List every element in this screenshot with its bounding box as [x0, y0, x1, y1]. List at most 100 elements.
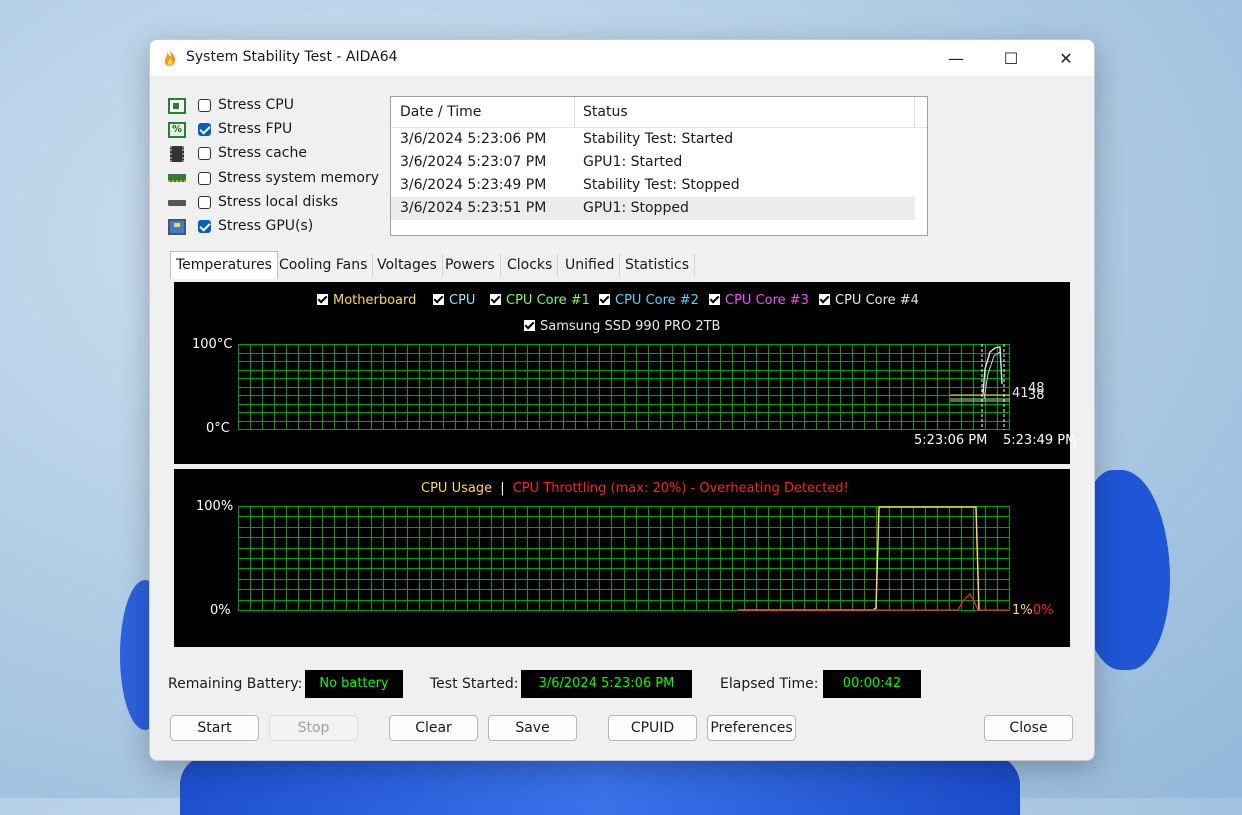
stress-fpu-checkbox[interactable] [198, 123, 211, 136]
tab-voltages[interactable]: Voltages [372, 254, 443, 277]
log-status: GPU1: Started [583, 154, 683, 170]
legend-cpu-core-4[interactable]: CPU Core #4 [819, 293, 919, 308]
tab-powers[interactable]: Powers [440, 254, 501, 277]
stress-fpu-option[interactable]: % Stress FPU [168, 120, 388, 142]
log-time: 3/6/2024 5:23:49 PM [400, 177, 547, 193]
clear-button[interactable]: Clear [389, 715, 478, 741]
stress-cpu-checkbox[interactable] [198, 99, 211, 112]
cpu-usage-title: CPU Usage [421, 481, 493, 496]
legend-cpu-core-3[interactable]: CPU Core #3 [709, 293, 809, 308]
temp-axis-max-label: 100°C [192, 337, 233, 352]
legend-cpu-core-1[interactable]: CPU Core #1 [490, 293, 590, 308]
temp-axis-min-label: 0°C [206, 421, 230, 436]
cpu-usage-current: 1% [1012, 603, 1033, 618]
legend-samsung-ssd[interactable]: Samsung SSD 990 PRO 2TB [524, 319, 720, 334]
stability-test-window: System Stability Test - AIDA64 — ☐ ✕ Str… [149, 39, 1095, 761]
legend-checkbox[interactable] [490, 294, 501, 305]
log-status: Stability Test: Stopped [583, 177, 740, 193]
temperature-chart: Motherboard CPU CPU Core #1 CPU Core #2 … [174, 282, 1076, 464]
log-time: 3/6/2024 5:23:06 PM [400, 131, 547, 147]
legend-label: CPU Core #1 [506, 293, 590, 308]
cpu-icon [168, 98, 186, 114]
legend-checkbox[interactable] [317, 294, 328, 305]
cpu-throttle-current: 0% [1033, 603, 1054, 618]
tab-temperatures[interactable]: Temperatures [170, 251, 278, 279]
test-started-label: Test Started: [430, 676, 519, 692]
battery-label: Remaining Battery: [168, 676, 303, 692]
window-title: System Stability Test - AIDA64 [186, 49, 398, 65]
stress-cpu-option[interactable]: Stress CPU [168, 96, 388, 118]
event-log-list[interactable]: Date / Time Status 3/6/2024 5:23:06 PM S… [390, 96, 928, 236]
title-bar[interactable]: System Stability Test - AIDA64 — ☐ ✕ [150, 40, 1094, 76]
elapsed-time-label: Elapsed Time: [720, 676, 819, 692]
stop-button[interactable]: Stop [269, 715, 358, 741]
temperature-graph [238, 344, 1010, 430]
preferences-button[interactable]: Preferences [707, 715, 796, 741]
cpuid-button[interactable]: CPUID [608, 715, 697, 741]
title-separator: | [500, 481, 505, 496]
legend-label: CPU Core #4 [835, 293, 919, 308]
disk-icon [168, 200, 186, 206]
minimize-button[interactable]: — [928, 40, 984, 76]
stress-disks-checkbox[interactable] [198, 196, 211, 209]
tab-clocks[interactable]: Clocks [502, 254, 559, 277]
memory-icon [168, 174, 186, 182]
legend-label: Motherboard [333, 293, 417, 308]
legend-label: CPU [449, 293, 476, 308]
tab-statistics[interactable]: Statistics [620, 254, 695, 277]
aida64-flame-icon [164, 50, 176, 66]
legend-cpu-core-2[interactable]: CPU Core #2 [599, 293, 699, 308]
temp-time-end-label: 5:23:49 PM [1003, 433, 1077, 448]
legend-motherboard[interactable]: Motherboard [317, 293, 416, 308]
log-time: 3/6/2024 5:23:07 PM [400, 154, 547, 170]
legend-checkbox[interactable] [599, 294, 610, 305]
temp-line-core [983, 351, 1003, 400]
log-row[interactable]: 3/6/2024 5:23:49 PM Stability Test: Stop… [391, 174, 915, 197]
fpu-icon: % [168, 122, 186, 138]
legend-checkbox[interactable] [819, 294, 830, 305]
stress-cpu-label: Stress CPU [218, 97, 294, 113]
temp-value-1: 41 [1012, 386, 1029, 401]
legend-checkbox[interactable] [433, 294, 444, 305]
log-header: Date / Time Status [391, 97, 927, 128]
close-button[interactable]: Close [984, 715, 1073, 741]
log-row-selected[interactable]: 3/6/2024 5:23:51 PM GPU1: Stopped [391, 197, 915, 220]
close-window-button[interactable]: ✕ [1038, 40, 1094, 76]
cache-icon [170, 146, 184, 162]
tab-cooling-fans[interactable]: Cooling Fans [274, 254, 374, 277]
cpu-axis-min-label: 0% [210, 603, 231, 618]
wallpaper-bloom [180, 755, 1020, 815]
legend-checkbox[interactable] [524, 320, 535, 331]
temp-value-3: 48 [1028, 381, 1045, 396]
stress-disks-option[interactable]: Stress local disks [168, 193, 388, 215]
tab-unified[interactable]: Unified [560, 254, 621, 277]
gpu-icon [168, 219, 186, 235]
stress-fpu-label: Stress FPU [218, 121, 293, 137]
maximize-button[interactable]: ☐ [983, 40, 1039, 76]
stress-gpu-checkbox[interactable] [198, 220, 211, 233]
log-time: 3/6/2024 5:23:51 PM [400, 200, 547, 216]
stress-cache-option[interactable]: Stress cache [168, 144, 388, 166]
stress-memory-option[interactable]: Stress system memory [168, 169, 388, 191]
save-button[interactable]: Save [488, 715, 577, 741]
battery-value: No battery [305, 670, 403, 698]
log-status: GPU1: Stopped [583, 200, 689, 216]
stress-memory-checkbox[interactable] [198, 172, 211, 185]
stress-gpu-option[interactable]: Stress GPU(s) [168, 217, 388, 239]
stress-cache-label: Stress cache [218, 145, 307, 161]
start-button[interactable]: Start [170, 715, 259, 741]
legend-cpu[interactable]: CPU [433, 293, 475, 308]
column-header-datetime[interactable]: Date / Time [400, 104, 481, 120]
log-row[interactable]: 3/6/2024 5:23:07 PM GPU1: Started [391, 151, 915, 174]
legend-checkbox[interactable] [709, 294, 720, 305]
cpu-usage-graph [238, 506, 1010, 611]
cpu-throttling-title: CPU Throttling (max: 20%) - Overheating … [512, 481, 849, 496]
cpu-throttle-line [738, 592, 1010, 611]
test-started-value: 3/6/2024 5:23:06 PM [521, 670, 692, 698]
stress-cache-checkbox[interactable] [198, 147, 211, 160]
temp-time-start-label: 5:23:06 PM [914, 433, 988, 448]
elapsed-time-value: 00:00:42 [823, 670, 921, 698]
log-row[interactable]: 3/6/2024 5:23:06 PM Stability Test: Star… [391, 128, 915, 151]
legend-label: CPU Core #2 [615, 293, 699, 308]
column-header-status[interactable]: Status [583, 104, 628, 120]
